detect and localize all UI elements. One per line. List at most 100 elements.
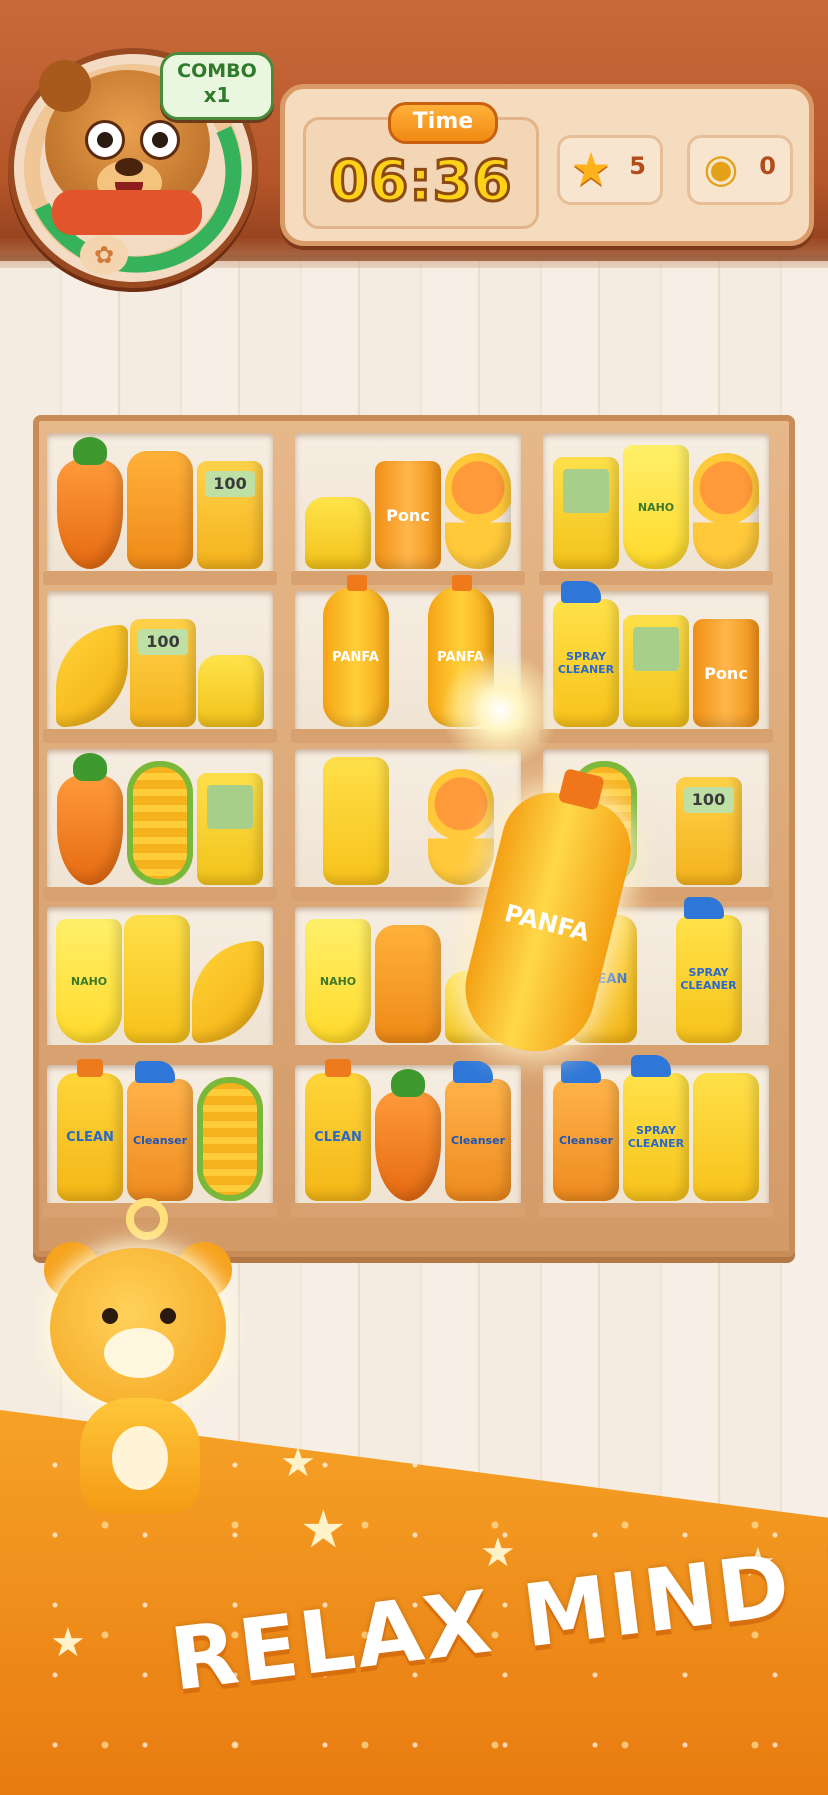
fan-item[interactable] bbox=[427, 769, 494, 885]
keychain-ring bbox=[126, 1198, 168, 1240]
shelf-cell-items: SPRAY CLEANER Ponc bbox=[551, 581, 761, 727]
shelf-cell-items: NAHO bbox=[55, 915, 265, 1043]
item-shelf: 100 Ponc NAHO 100 PANFA PANFA SPRAY CLEANER Pon… bbox=[33, 415, 795, 1257]
combo-badge: COMBO x1 bbox=[160, 52, 274, 120]
spray-item-label: SPRAY CLEANER bbox=[627, 1124, 685, 1150]
paw-icon: ✿ bbox=[80, 235, 128, 275]
shelf-cell-items: NAHO bbox=[551, 441, 761, 569]
time-value: 06:36 bbox=[328, 148, 513, 215]
lotion-item[interactable] bbox=[375, 925, 441, 1043]
mascot-muzzle bbox=[104, 1328, 174, 1378]
time-label: Time bbox=[388, 102, 498, 144]
fan-item[interactable] bbox=[445, 453, 511, 569]
car-item[interactable] bbox=[198, 655, 264, 727]
cleanser-item[interactable]: Cleanser bbox=[553, 1061, 619, 1201]
game-item[interactable] bbox=[623, 615, 689, 727]
shelf-cell-items bbox=[303, 757, 513, 885]
bear-eye-right bbox=[140, 120, 180, 160]
calc-item-label: 100 bbox=[205, 471, 255, 497]
banana-item[interactable] bbox=[192, 941, 264, 1043]
jug-item[interactable]: CLEAN bbox=[305, 1059, 371, 1201]
shelf-ledge bbox=[43, 571, 277, 585]
shelf-cell: SPRAY CLEANER Ponc bbox=[539, 581, 773, 743]
combo-label: COMBO bbox=[177, 60, 257, 82]
cream-item[interactable]: NAHO bbox=[623, 445, 689, 569]
mascot-eye-left bbox=[102, 1308, 118, 1324]
carrot-item[interactable] bbox=[375, 1069, 441, 1201]
bear-scarf bbox=[52, 190, 202, 235]
spray-item-label: SPRAY CLEANER bbox=[680, 966, 737, 992]
lotion-item[interactable] bbox=[127, 451, 193, 569]
combo-value: x1 bbox=[203, 83, 231, 107]
carrot-item[interactable] bbox=[57, 753, 123, 885]
calc-item[interactable]: 100 bbox=[130, 619, 196, 727]
can-item[interactable]: Ponc bbox=[693, 619, 759, 727]
star-decoration-icon: ★ bbox=[280, 1440, 316, 1486]
star-decoration-icon: ★ bbox=[50, 1620, 86, 1666]
cream-item-label: NAHO bbox=[70, 974, 108, 988]
cream-item[interactable]: NAHO bbox=[56, 919, 122, 1043]
shelf-cell: 100 bbox=[43, 433, 277, 585]
fan-item[interactable] bbox=[693, 453, 759, 569]
shelf-cell: NAHO bbox=[539, 433, 773, 585]
spray-item[interactable]: SPRAY CLEANER bbox=[623, 1055, 689, 1201]
shelf-cell-items: 100 bbox=[55, 437, 265, 569]
shelf-cell: Ponc bbox=[291, 433, 525, 585]
status-panel: Time 06:36 ★ 5 ◉ 0 bbox=[280, 84, 814, 246]
game-item[interactable] bbox=[197, 773, 263, 885]
shelf-cell: Cleanser SPRAY CLEANER bbox=[539, 1055, 773, 1217]
bear-nose bbox=[115, 158, 143, 176]
star-icon: ★ bbox=[570, 142, 612, 196]
timer-box: Time 06:36 bbox=[303, 102, 539, 229]
calc-item[interactable]: 100 bbox=[197, 461, 263, 569]
shelf-cell-items: Ponc bbox=[303, 441, 513, 569]
car-item[interactable] bbox=[305, 497, 371, 569]
calc-item[interactable]: 100 bbox=[675, 777, 742, 885]
stars-counter[interactable]: ★ 5 bbox=[557, 135, 663, 205]
bear-eye-left bbox=[85, 120, 125, 160]
jug-item-label: CLEAN bbox=[314, 1129, 362, 1145]
corn-item[interactable] bbox=[197, 1077, 263, 1201]
shelf-cell-items bbox=[55, 753, 265, 885]
honey-counter[interactable]: ◉ 0 bbox=[687, 135, 793, 205]
bottle-item[interactable]: PANFA bbox=[322, 575, 389, 727]
jug-item[interactable]: CLEAN bbox=[57, 1059, 123, 1201]
shelf-ledge bbox=[43, 729, 277, 743]
shelf-cell bbox=[43, 749, 277, 901]
honey-count: 0 bbox=[759, 152, 776, 180]
soap-item[interactable] bbox=[124, 915, 190, 1043]
banana-item[interactable] bbox=[56, 625, 128, 727]
soap-item[interactable] bbox=[322, 757, 389, 885]
bottle-item-label: PANFA bbox=[332, 649, 379, 665]
bear-keychain-mascot bbox=[40, 1198, 240, 1518]
shelf-cell: CLEAN Cleanser bbox=[291, 1059, 525, 1217]
game-item[interactable] bbox=[553, 457, 619, 569]
carrot-item[interactable] bbox=[57, 437, 123, 569]
spray-item[interactable]: SPRAY CLEANER bbox=[553, 581, 619, 727]
jug-item-label: CLEAN bbox=[66, 1129, 114, 1145]
cream-item-label: NAHO bbox=[637, 500, 675, 514]
cleanser-item-label: Cleanser bbox=[451, 1133, 505, 1147]
honey-pot-icon: ◉ bbox=[703, 146, 739, 192]
can-item[interactable]: Ponc bbox=[375, 461, 441, 569]
spray-item-label: SPRAY CLEANER bbox=[557, 650, 615, 676]
cream-item[interactable]: NAHO bbox=[305, 919, 371, 1043]
cleanser-item[interactable]: Cleanser bbox=[445, 1061, 511, 1201]
shelf-cell: 100 bbox=[43, 591, 277, 743]
stars-count: 5 bbox=[629, 152, 646, 180]
cream-item-label: NAHO bbox=[319, 974, 357, 988]
shelf-ledge bbox=[291, 1045, 525, 1059]
cleanser-item-label: Cleanser bbox=[133, 1133, 187, 1147]
mascot-belly bbox=[112, 1426, 168, 1490]
cleanser-item[interactable]: Cleanser bbox=[127, 1061, 193, 1201]
corn-item[interactable] bbox=[127, 761, 193, 885]
held-bottle-label: PANFA bbox=[501, 898, 593, 948]
star-decoration-icon: ★ bbox=[300, 1500, 347, 1560]
sparkle-effect bbox=[440, 650, 560, 770]
shelf-cell: CLEAN Cleanser bbox=[43, 1059, 277, 1217]
soap-item[interactable] bbox=[693, 1073, 759, 1201]
shelf-ledge bbox=[43, 887, 277, 901]
shelf-ledge bbox=[43, 1045, 277, 1059]
spray-item[interactable]: SPRAY CLEANER bbox=[675, 897, 742, 1043]
shelf-ledge bbox=[539, 1203, 773, 1217]
